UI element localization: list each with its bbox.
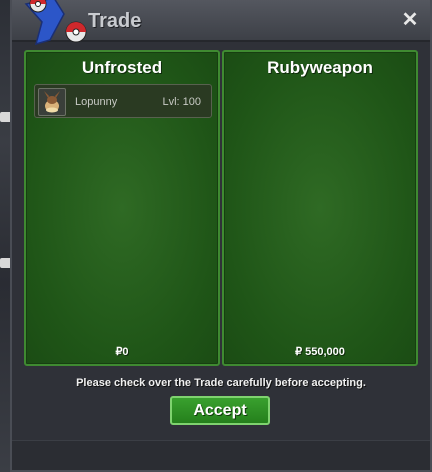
trade-window: Trade ✕ Unfrosted Lopunny Lvl: 100 ₽0 Ru… <box>10 0 432 472</box>
lopunny-icon <box>38 88 66 116</box>
trade-item-row[interactable]: Lopunny Lvl: 100 <box>34 84 212 118</box>
pokeball-logo-icon <box>24 0 87 46</box>
left-trade-panel: Unfrosted Lopunny Lvl: 100 ₽0 <box>24 50 220 366</box>
window-footer <box>12 440 430 470</box>
window-title: Trade <box>88 10 142 32</box>
right-trade-panel: Rubyweapon ₽ 550,000 <box>222 50 418 366</box>
close-button[interactable]: ✕ <box>400 10 420 30</box>
trade-notice: Please check over the Trade carefully be… <box>76 377 366 389</box>
item-level: Lvl: 100 <box>162 96 201 108</box>
right-money: ₽ 550,000 <box>295 346 345 358</box>
title-bar[interactable]: Trade ✕ <box>12 0 430 46</box>
item-name: Lopunny <box>75 96 118 108</box>
right-player-name: Rubyweapon <box>267 58 373 77</box>
left-money: ₽0 <box>115 346 129 358</box>
left-player-name: Unfrosted <box>81 58 163 77</box>
accept-button[interactable]: Accept <box>170 396 270 425</box>
